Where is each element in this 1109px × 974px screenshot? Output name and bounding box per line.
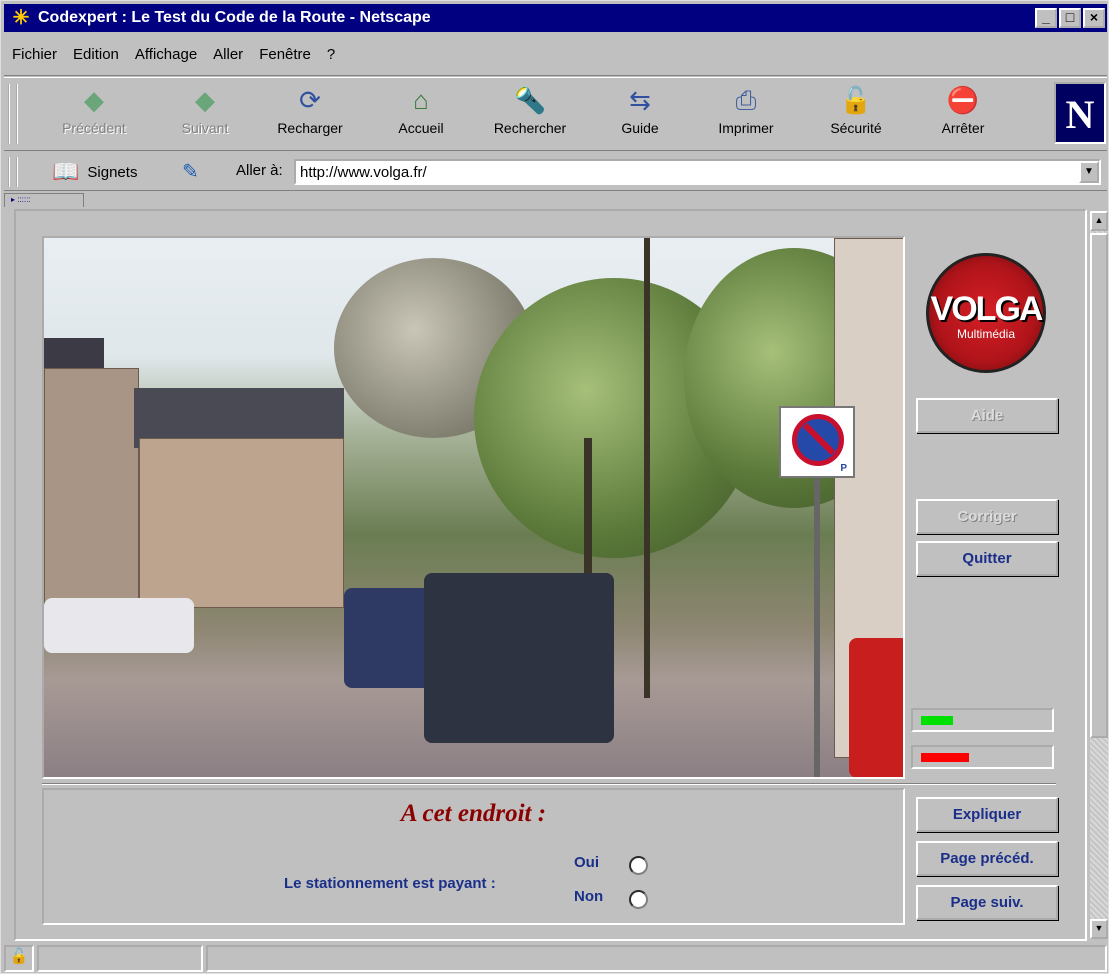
bookmarks-label: Signets [87,163,138,181]
parking-meter-icon: P [840,463,847,474]
divider [42,783,1056,785]
url-text: http://www.volga.fr/ [300,163,427,181]
stop-light-icon: ⛔ [946,85,980,115]
menu-fenetre[interactable]: Fenêtre [259,46,311,63]
navigation-toolbar: ◆ Précédent ◆ Suivant ⟳ Recharger ⌂ Accu… [4,77,1107,151]
print-label: Imprimer [718,120,774,136]
corriger-button[interactable]: Corriger [916,499,1058,534]
home-button[interactable]: ⌂ Accueil [390,84,452,146]
security-label: Sécurité [830,120,882,136]
photo-building [44,368,139,628]
status-bar: 🔓 [4,945,1107,972]
guide-label: Guide [621,120,659,136]
no-parking-sign: P [779,406,855,478]
window-title: Codexpert : Le Test du Code de la Route … [38,9,431,26]
reload-button[interactable]: ⟳ Recharger [274,84,346,146]
reload-icon: ⟳ [299,85,321,115]
menu-help[interactable]: ? [327,46,335,63]
stop-label: Arrêter [941,120,985,136]
location-grip-handle[interactable] [8,157,18,187]
search-button[interactable]: 🔦 Rechercher [482,84,578,146]
question-panel: A cet endroit : Le stationnement est pay… [42,788,905,925]
photo-building [139,438,344,608]
print-button[interactable]: ⎙ Imprimer [710,84,782,146]
menu-edition[interactable]: Edition [73,46,119,63]
photo-sign-pole [814,478,820,777]
progress-bar-red [911,745,1054,769]
page-content: P VOLGA Multimédia Aide Corriger Quitter… [14,209,1087,941]
lock-icon: 🔓 [839,85,873,115]
option-oui-radio[interactable] [629,856,648,875]
security-button[interactable]: 🔓 Sécurité [820,84,892,146]
url-field[interactable]: http://www.volga.fr/ ▼ [294,159,1101,185]
menu-fichier[interactable]: Fichier [12,46,57,63]
location-toolbar: 📖 Signets ✎ Aller à: http://www.volga.fr… [4,153,1107,191]
menu-affichage[interactable]: Affichage [135,46,197,63]
aide-button[interactable]: Aide [916,398,1058,433]
collapsed-toolbar-tab[interactable]: ▸ :::::: [4,193,84,207]
url-dropdown-button[interactable]: ▼ [1079,161,1099,183]
quitter-button[interactable]: Quitter [916,541,1058,576]
question-title: A cet endroit : [400,800,547,827]
security-status-icon[interactable]: 🔓 [4,945,34,972]
status-progress-cell [37,945,203,972]
back-arrow-icon: ◆ [84,85,104,115]
back-label: Précédent [62,120,126,136]
netscape-logo[interactable]: N [1054,82,1106,144]
photo-white-car [44,598,194,653]
street-scene-photo: P [42,236,905,779]
scrollbar-thumb[interactable] [1090,233,1108,738]
logo-subtitle: Multimédia [956,327,1016,341]
home-icon: ⌂ [413,85,429,115]
option-non-label: Non [574,888,604,905]
forward-arrow-icon: ◆ [195,85,215,115]
menu-aller[interactable]: Aller [213,46,243,63]
vertical-scrollbar[interactable]: ▲ ▼ [1090,211,1108,939]
stop-button[interactable]: ⛔ Arrêter [932,84,994,146]
page-proxy-icon[interactable]: ✎ [182,159,199,184]
search-icon: 🔦 [513,85,547,115]
guide-button[interactable]: ⇆ Guide [614,84,666,146]
minimize-button[interactable]: _ [1035,8,1057,28]
close-button[interactable]: × [1083,8,1105,28]
bookmarks-book-icon: 📖 [52,159,80,184]
progress-fill-red [921,753,969,762]
goto-label: Aller à: [236,162,283,179]
title-bar[interactable]: ✳ Codexpert : Le Test du Code de la Rout… [4,4,1107,32]
back-button[interactable]: ◆ Précédent [58,84,130,146]
progress-fill-green [921,716,953,725]
photo-red-car [849,638,903,777]
option-oui-label: Oui [574,854,599,871]
expliquer-button[interactable]: Expliquer [916,797,1058,832]
logo-title: VOLGA [930,290,1044,328]
bookmarks-button[interactable]: 📖 Signets [52,159,137,185]
toolbar-grip-handle[interactable] [8,84,18,144]
scroll-up-button[interactable]: ▲ [1090,211,1108,231]
forward-button[interactable]: ◆ Suivant [174,84,236,146]
status-message-cell [206,945,1107,972]
photo-dark-car [424,573,614,743]
question-text: Le stationnement est payant : [284,875,496,892]
guide-icon: ⇆ [629,85,651,115]
netscape-app-icon: ✳ [12,7,30,29]
reload-label: Recharger [277,120,343,136]
printer-icon: ⎙ [735,85,757,115]
photo-lamp-post [644,238,650,698]
menu-bar: Fichier Edition Affichage Aller Fenêtre … [4,34,1107,76]
home-label: Accueil [398,120,444,136]
scroll-down-button[interactable]: ▼ [1090,919,1108,939]
page-precedente-button[interactable]: Page précéd. [916,841,1058,876]
browser-window: ✳ Codexpert : Le Test du Code de la Rout… [0,0,1109,974]
forward-label: Suivant [181,120,229,136]
volga-logo: VOLGA Multimédia [926,253,1046,373]
search-label: Rechercher [493,120,567,136]
progress-bar-green [911,708,1054,732]
maximize-button[interactable]: □ [1059,8,1081,28]
page-suivante-button[interactable]: Page suiv. [916,885,1058,920]
option-non-radio[interactable] [629,890,648,909]
